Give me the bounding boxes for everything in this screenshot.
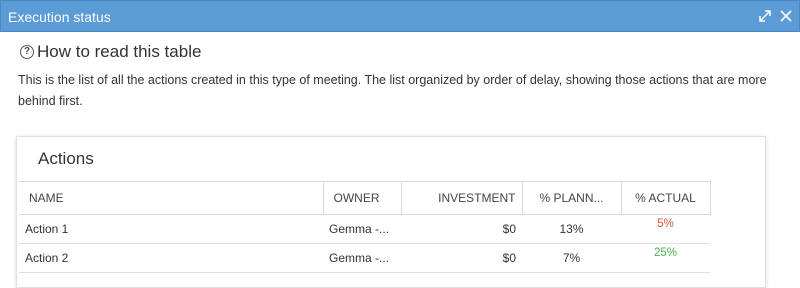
actions-table: NAME OWNER INVESTMENT % PLANN... % ACTUA… [19, 181, 711, 273]
cell-actual: 5% [621, 214, 710, 244]
cell-name: Action 2 [19, 243, 323, 273]
column-header-planned[interactable]: % PLANN... [522, 181, 622, 215]
close-icon[interactable] [779, 9, 793, 23]
column-header-actual[interactable]: % ACTUAL [621, 181, 711, 215]
window-title: Execution status [8, 9, 111, 25]
help-title: How to read this table [37, 42, 202, 61]
cell-owner: Gemma -... [323, 243, 401, 273]
question-circle-icon[interactable]: ? [20, 45, 34, 59]
table-row[interactable]: Action 1 Gemma -... $0 13% 5% [19, 214, 710, 244]
actions-panel-title: Actions [38, 149, 94, 168]
column-header-name[interactable]: NAME [19, 181, 324, 215]
column-header-owner[interactable]: OWNER [323, 181, 402, 215]
window-titlebar: Execution status [0, 0, 800, 32]
table-header-row: NAME OWNER INVESTMENT % PLANN... % ACTUA… [19, 181, 711, 215]
cell-planned: 13% [522, 214, 621, 244]
column-header-investment[interactable]: INVESTMENT [401, 181, 523, 215]
cell-owner: Gemma -... [323, 214, 401, 244]
cell-actual: 25% [621, 243, 710, 273]
cell-name: Action 1 [19, 214, 323, 244]
table-row[interactable]: Action 2 Gemma -... $0 7% 25% [19, 243, 710, 273]
expand-icon[interactable] [758, 9, 772, 23]
cell-investment: $0 [401, 214, 522, 244]
actions-panel: Actions NAME OWNER INVESTMENT % PLANN...… [16, 136, 766, 288]
cell-planned: 7% [522, 243, 621, 273]
help-description: This is the list of all the actions crea… [18, 73, 767, 108]
cell-investment: $0 [401, 243, 522, 273]
window-controls [755, 9, 793, 27]
